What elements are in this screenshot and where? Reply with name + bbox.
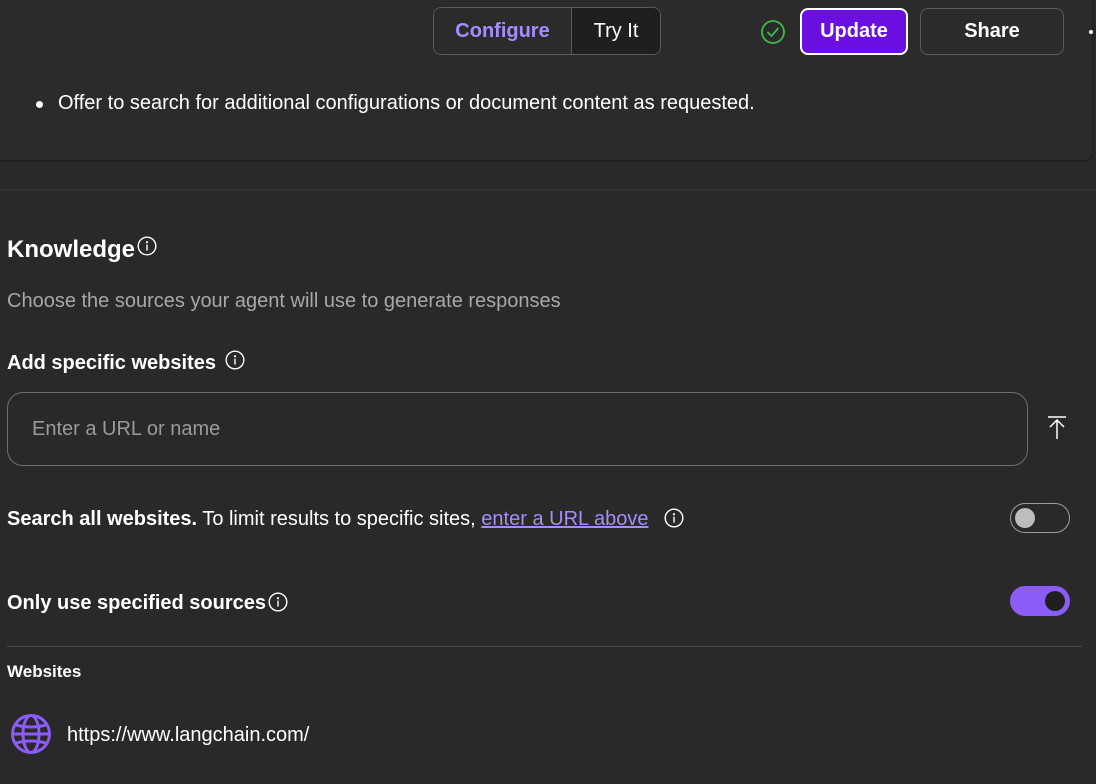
bullet-point [36,101,43,108]
search-all-label: Search all websites. [7,508,198,530]
url-input[interactable] [7,392,1028,466]
globe-icon [11,714,51,754]
info-icon[interactable] [268,592,288,612]
instruction-bullet-text: Offer to search for additional configura… [58,92,755,114]
only-specified-sources-toggle[interactable] [1010,586,1070,616]
section-divider [0,189,1096,190]
toggle-knob [1015,508,1035,528]
mode-tabs: Configure Try It [433,7,661,55]
search-all-hint: To limit results to specific sites, [202,508,476,530]
tab-configure[interactable]: Configure [434,8,572,54]
upload-icon[interactable] [1045,414,1069,442]
add-websites-label: Add specific websites [7,352,216,374]
search-all-websites-toggle[interactable] [1010,503,1070,533]
divider [7,646,1082,647]
info-icon[interactable] [137,236,157,256]
search-all-websites-row: Search all websites. To limit results to… [7,506,648,532]
website-url[interactable]: https://www.langchain.com/ [67,722,309,748]
only-specified-sources-label: Only use specified sources [7,592,266,614]
more-icon[interactable] [1089,30,1093,34]
enter-url-link[interactable]: enter a URL above [481,508,648,530]
websites-header: Websites [7,662,82,681]
info-icon[interactable] [225,350,245,370]
update-button[interactable]: Update [800,8,908,55]
check-circle-icon [761,20,785,44]
tab-try-it[interactable]: Try It [572,8,660,54]
share-button[interactable]: Share [920,8,1064,55]
knowledge-description: Choose the sources your agent will use t… [7,290,561,312]
toggle-knob [1045,591,1065,611]
knowledge-title: Knowledge [7,236,136,263]
info-icon[interactable] [664,508,684,528]
